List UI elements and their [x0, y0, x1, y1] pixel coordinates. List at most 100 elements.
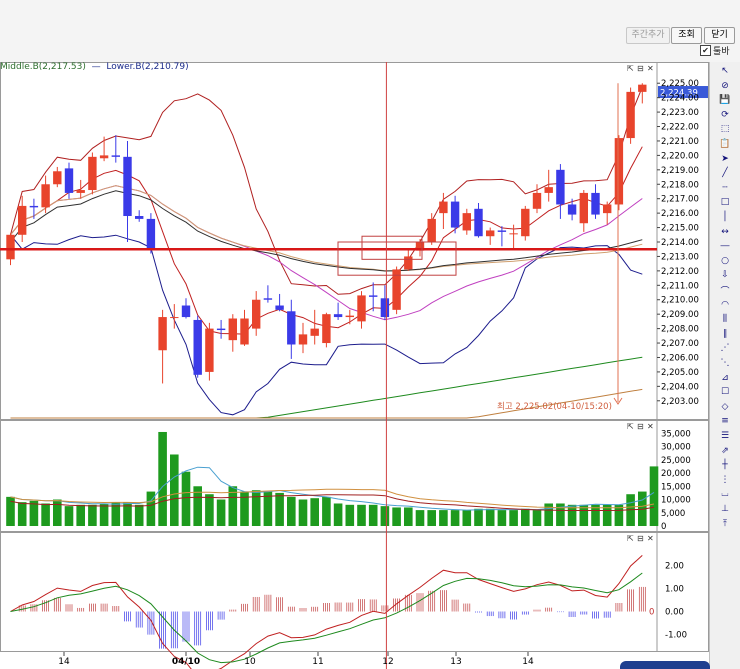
candle-body	[64, 168, 74, 193]
x-axis-label: 13	[450, 657, 461, 667]
channel-icon[interactable]: ⫼	[714, 313, 736, 325]
volume-tick-label: 20,000	[661, 469, 691, 479]
candle-body	[380, 298, 390, 318]
arc-icon[interactable]: ⌒	[714, 284, 736, 297]
horizontal-arrow-icon[interactable]: ↔	[714, 226, 736, 238]
clipboard-icon[interactable]: 📋	[714, 138, 736, 150]
volume-bar	[462, 510, 472, 526]
top-icon[interactable]: ⤒	[714, 518, 736, 530]
volume-bar	[275, 492, 284, 526]
x-axis-label: 11	[312, 657, 323, 667]
x-axis-label: 10	[244, 657, 256, 667]
panel-control-icon: ⊟	[637, 422, 644, 431]
panel-control-icon: ⊟	[637, 64, 644, 73]
fan-icon[interactable]: ◠	[714, 299, 736, 311]
download-icon[interactable]: ⇩	[714, 269, 736, 281]
trend-line-icon[interactable]: ╱	[714, 167, 736, 179]
macd-tick-label: 1.00	[665, 585, 684, 595]
price-tick-label: 2,212.00	[661, 267, 699, 277]
candle-body	[532, 192, 542, 209]
candle-body	[567, 204, 577, 215]
gann-fan-icon[interactable]: ⋱	[714, 357, 736, 369]
legend-middle-band: Middle.B(2,217.53)	[0, 62, 86, 72]
cross-icon[interactable]: ┼	[714, 459, 736, 471]
save-icon[interactable]: 💾	[714, 94, 736, 106]
drawing-toolbar: ↖ ⊘ 💾 ⟳ ⬚ 📋 ➤ ╱ ┄ □ │ ↔ ― ○ ⇩ ⌒ ◠ ⫼ ∥ ⋰ ⋱ ⊿ ☐ ◇ ≡ ☰ ⇗ ┼ ⋮ ⌴ ⊥ ⤒	[709, 62, 740, 669]
candle-body	[357, 295, 366, 322]
candle-body	[310, 328, 319, 336]
vline-icon[interactable]: │	[714, 211, 736, 223]
query-button[interactable]: 조회	[671, 27, 702, 44]
panel-control-icon: ⇱	[627, 422, 634, 431]
candle-body	[88, 156, 97, 191]
volume-bar	[216, 499, 226, 526]
price-tick-label: 2,215.00	[661, 224, 699, 234]
volume-bar	[134, 504, 144, 526]
price-tick-label: 2,209.00	[661, 310, 699, 320]
candle-body	[544, 187, 553, 193]
chart-area[interactable]: ⇱ ⊟ ✕⇱ ⊟ ✕⇱ ⊟ ✕ 2,224.39최고 2,225.02(04-10/15:2…	[0, 62, 709, 669]
volume-bar	[170, 454, 179, 526]
hline-icon[interactable]: ―	[714, 240, 736, 252]
candle-body	[193, 319, 202, 375]
x-axis-label: 14	[522, 657, 534, 667]
price-tick-label: 2,223.00	[661, 108, 699, 118]
volume-bar	[298, 499, 308, 526]
price-tick-label: 2,217.00	[661, 195, 699, 205]
parallel-icon[interactable]: ∥	[714, 328, 736, 340]
redo-icon[interactable]: ⟳	[714, 109, 736, 121]
list-icon[interactable]: ☰	[714, 430, 736, 442]
status-tab	[620, 661, 710, 669]
text-box-icon[interactable]: ☐	[714, 386, 736, 398]
macd-tick-label: 2.00	[665, 562, 684, 572]
candle-body	[591, 192, 600, 215]
diamond-icon[interactable]: ◇	[714, 401, 736, 413]
price-tick-label: 2,205.00	[661, 368, 699, 378]
volume-bar	[450, 510, 460, 526]
toolbox-checkbox[interactable]: ✔	[700, 45, 711, 56]
baseline-icon[interactable]: ⌴	[714, 488, 736, 500]
triangle-icon[interactable]: ⊿	[714, 372, 736, 384]
volume-bar	[29, 500, 39, 526]
candle-body	[29, 205, 39, 208]
weekly-add-button[interactable]: 주간추가	[626, 27, 670, 44]
candle-body	[111, 155, 120, 157]
volume-bar	[76, 504, 85, 526]
grid-icon[interactable]: ⋮	[714, 474, 736, 486]
ma120-line	[10, 190, 643, 272]
select-icon[interactable]: ⬚	[714, 123, 736, 135]
x-axis-label: 14	[58, 657, 70, 667]
bollinger-legend: Middle.B(2,217.53) — Lower.B(2,210.79)	[0, 62, 189, 72]
exit-icon[interactable]: ⊘	[714, 80, 736, 92]
ma20-line	[10, 185, 643, 321]
perpendicular-icon[interactable]: ⊥	[714, 503, 736, 515]
close-button[interactable]: 닫기	[704, 27, 735, 44]
fibo-icon[interactable]: ≡	[714, 415, 736, 427]
volume-bar	[64, 506, 74, 526]
circle-icon[interactable]: ○	[714, 255, 736, 267]
volume-bar	[404, 507, 413, 526]
panel-frame	[0, 62, 709, 420]
arrow-up-icon[interactable]: ⇗	[714, 445, 736, 457]
volume-bar	[205, 494, 214, 526]
candle-body	[99, 155, 109, 159]
candle-body	[181, 305, 191, 318]
pointer-icon[interactable]: ↖	[714, 65, 736, 77]
volume-bar	[345, 504, 355, 526]
candle-body	[41, 184, 50, 208]
volume-tick-label: 30,000	[661, 443, 691, 453]
gann-icon[interactable]: ⋰	[714, 342, 736, 354]
candle-body	[53, 171, 62, 185]
volume-bar	[380, 506, 390, 526]
hline-dotted-icon[interactable]: ┄	[714, 182, 736, 194]
cursor-icon[interactable]: ➤	[714, 153, 736, 165]
volume-tick-label: 5,000	[661, 509, 685, 519]
rectangle-icon[interactable]: □	[714, 196, 736, 208]
candle-body	[439, 201, 448, 214]
candle-body	[298, 334, 308, 345]
volume-bar	[474, 508, 483, 526]
price-tick-label: 2,204.00	[661, 382, 699, 392]
price-tick-label: 2,214.00	[661, 238, 699, 248]
volume-bar	[649, 466, 659, 526]
candle-body	[123, 156, 132, 217]
